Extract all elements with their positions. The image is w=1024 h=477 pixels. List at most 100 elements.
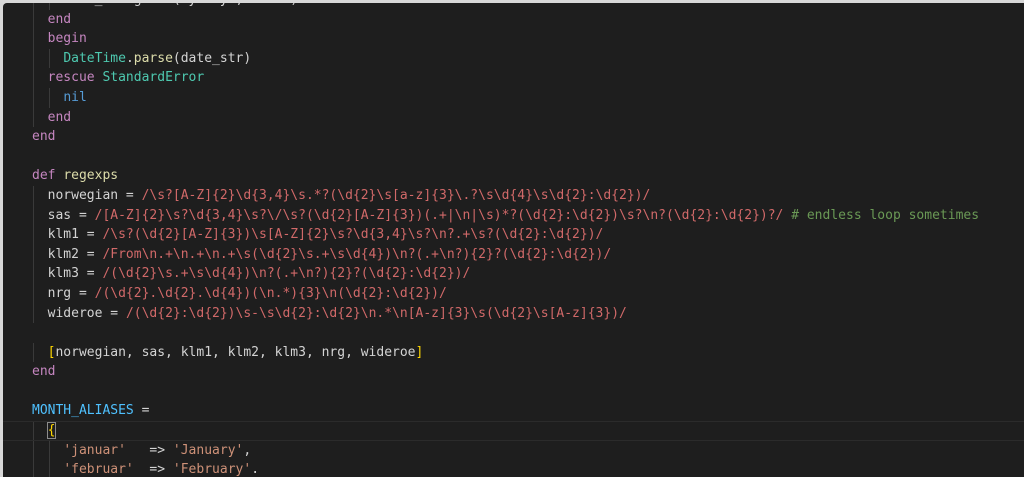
code-line[interactable]: { xyxy=(3,421,1024,441)
code-line[interactable]: klm1 = /\s?(\d{2}[A-Z]{3})\s[A-Z]{2}\s?\… xyxy=(3,225,1024,245)
code-token: klm2 = xyxy=(47,246,103,262)
code-line[interactable]: wideroe = /(\d{2}:\d{2})\s-\s\d{2}:\d{2}… xyxy=(3,303,1024,324)
indent-guide xyxy=(33,3,34,10)
code-token: /From\n.+\n.+\n.+\s(\d{2}\s.+\s\d{4})\n?… xyxy=(102,246,612,262)
indent-guide xyxy=(33,283,34,304)
code-line[interactable]: sas = /[A-Z]{2}\s?\d{3,4}\s?\/\s?(\d{2}[… xyxy=(3,205,1024,226)
code-token: end xyxy=(47,109,72,125)
indent-guide xyxy=(33,48,34,69)
code-token: regexps xyxy=(63,168,119,184)
indent-guide xyxy=(33,460,34,477)
code-line[interactable]: MONTH_ALIASES = xyxy=(3,401,1024,421)
indent-guide xyxy=(33,422,34,440)
code-token: 'februar' xyxy=(63,462,134,477)
indent-guide xyxy=(33,264,34,284)
code-token: # endless loop sometimes xyxy=(791,207,980,223)
code-token: /[A-Z]{2}\s?\d{3,4}\s?\/\s?(\d{2}[A-Z]{3… xyxy=(94,207,784,223)
code-token: { xyxy=(46,422,57,440)
code-line[interactable]: end xyxy=(3,127,1024,147)
code-token: sas = xyxy=(47,207,95,223)
code-token: def xyxy=(32,168,56,184)
code-token: /(\d{2}\s.+\s\d{4})\n?(.+\n?){2}?(\d{2}:… xyxy=(102,266,471,282)
code-lines[interactable]: date_str.gsub!(synonym, month) end begin… xyxy=(3,3,1024,477)
code-line[interactable] xyxy=(3,147,1024,167)
code-token: parse xyxy=(133,50,173,66)
code-token: nrg = xyxy=(47,285,95,301)
code-token: /\s?[A-Z]{2}\d{3,4}\s.*?(\d{2}\s[a-z]{3}… xyxy=(141,187,651,203)
code-token: end xyxy=(32,129,56,145)
code-token: begin xyxy=(47,31,87,47)
code-line[interactable]: end xyxy=(3,107,1024,128)
code-token: 'January' xyxy=(172,442,244,458)
code-line[interactable]: begin xyxy=(3,29,1024,49)
indent-guide xyxy=(33,342,34,363)
code-line[interactable]: nrg = /(\d{2}.\d{2}.\d{4})(\n.*){3}\n(\d… xyxy=(3,283,1024,304)
indent-guide xyxy=(33,29,34,49)
code-token: . xyxy=(125,50,134,66)
code-token: klm3 = xyxy=(47,266,103,282)
code-line[interactable]: nil xyxy=(3,87,1024,108)
indent-guide xyxy=(33,244,34,265)
code-line[interactable] xyxy=(3,382,1024,402)
code-line[interactable]: end xyxy=(3,362,1024,382)
indent-guide xyxy=(33,9,34,30)
code-line[interactable]: 'januar' => 'January', xyxy=(3,440,1024,461)
code-line[interactable]: end xyxy=(3,9,1024,30)
code-line[interactable]: klm2 = /From\n.+\n.+\n.+\s(\d{2}\s.+\s\d… xyxy=(3,244,1024,265)
indent-guide xyxy=(33,303,34,324)
code-token: /(\d{2}.\d{2}.\d{4})(\n.*){3}\n(\d{2}:\d… xyxy=(94,285,447,301)
code-token: = xyxy=(133,403,150,419)
code-line[interactable]: 'februar' => 'February'. xyxy=(3,460,1024,477)
code-token: StandardError xyxy=(102,70,205,86)
code-token: ] xyxy=(415,344,424,360)
code-token: , xyxy=(243,442,252,458)
code-line[interactable]: DateTime.parse(date_str) xyxy=(3,48,1024,69)
code-line[interactable]: [norwegian, sas, klm1, klm2, klm3, nrg, … xyxy=(3,342,1024,363)
indent-guide xyxy=(33,225,34,245)
code-token: norwegian, sas, klm1, klm2, klm3, nrg, w… xyxy=(55,344,416,360)
code-token: /\s?(\d{2}[A-Z]{3})\s[A-Z]{2}\s?\d{3,4}\… xyxy=(102,227,604,243)
code-line[interactable]: def regexps xyxy=(3,166,1024,186)
code-token: => xyxy=(133,462,173,477)
indent-guide xyxy=(33,205,34,226)
code-token: DateTime xyxy=(63,50,126,66)
code-token: (date_str) xyxy=(172,50,252,66)
code-token: norwegian = xyxy=(47,187,142,203)
indent-guide xyxy=(49,48,51,69)
code-line[interactable]: rescue StandardError xyxy=(3,68,1024,88)
code-token: end xyxy=(32,364,56,380)
indent-guide xyxy=(33,107,34,128)
code-line[interactable]: date_str.gsub!(synonym, month) xyxy=(3,3,1024,10)
indent-guide xyxy=(49,440,51,461)
code-editor[interactable]: date_str.gsub!(synonym, month) end begin… xyxy=(3,3,1024,477)
code-token: date_str.gsub!(synonym, month) xyxy=(63,3,298,7)
indent-guide xyxy=(49,460,51,477)
code-token: /(\d{2}:\d{2})\s-\s\d{2}:\d{2}\n.*\n[A-z… xyxy=(125,305,627,321)
code-line[interactable]: klm3 = /(\d{2}\s.+\s\d{4})\n?(.+\n?){2}?… xyxy=(3,264,1024,284)
code-token: end xyxy=(47,11,72,27)
indent-guide xyxy=(33,440,34,461)
code-line[interactable] xyxy=(3,323,1024,343)
indent-guide xyxy=(49,3,51,10)
code-token: MONTH_ALIASES xyxy=(32,403,134,419)
code-line[interactable]: norwegian = /\s?[A-Z]{2}\d{3,4}\s.*?(\d{… xyxy=(3,185,1024,206)
code-token: rescue xyxy=(47,70,95,86)
indent-guide xyxy=(49,87,51,108)
indent-guide xyxy=(33,68,34,88)
code-token: 'januar' xyxy=(63,442,126,458)
code-token: => xyxy=(125,442,173,458)
